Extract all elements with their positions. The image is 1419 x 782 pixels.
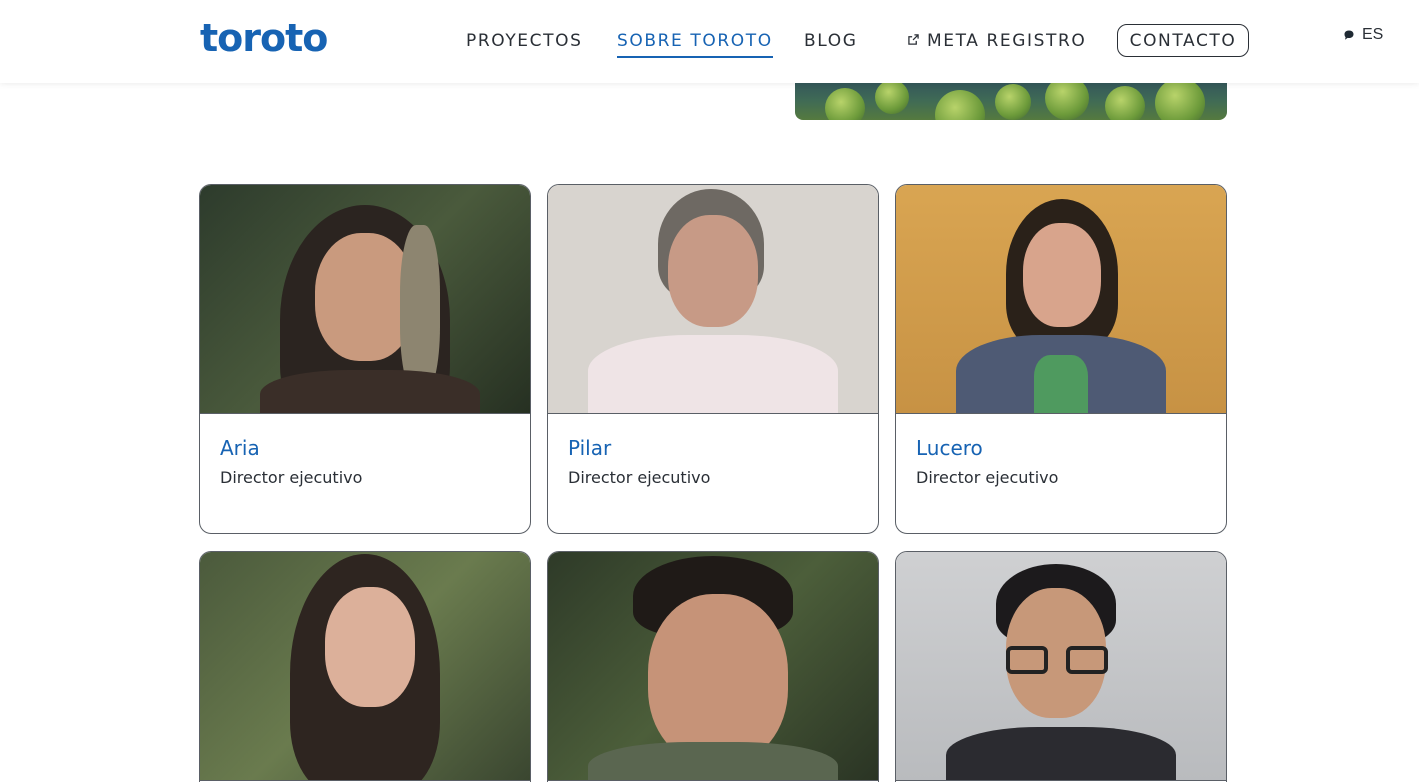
team-member-name: Lucero	[916, 436, 983, 460]
logo[interactable]: toroto	[200, 18, 328, 58]
language-selector[interactable]: ES	[1343, 26, 1383, 44]
team-card[interactable]	[547, 551, 879, 782]
external-link-icon	[908, 34, 919, 45]
team-member-role: Director ejecutivo	[916, 468, 1059, 487]
team-member-role: Director ejecutivo	[220, 468, 363, 487]
contact-button[interactable]: CONTACTO	[1117, 24, 1249, 57]
team-member-name: Aria	[220, 436, 260, 460]
site-header: toroto PROYECTOS SOBRE TOROTO BLOG META …	[0, 0, 1419, 83]
team-card[interactable]: Lucero Director ejecutivo	[895, 184, 1227, 534]
nav-blog[interactable]: BLOG	[804, 30, 857, 52]
chat-bubble-icon	[1344, 30, 1354, 40]
team-photo	[548, 185, 878, 414]
team-card[interactable]	[895, 551, 1227, 782]
team-card[interactable]	[199, 551, 531, 782]
team-photo	[200, 185, 530, 414]
team-card[interactable]: Pilar Director ejecutivo	[547, 184, 879, 534]
team-member-name: Pilar	[568, 436, 612, 460]
nav-meta-registro[interactable]: META REGISTRO	[908, 30, 1086, 52]
language-label: ES	[1362, 26, 1384, 43]
nav-proyectos[interactable]: PROYECTOS	[466, 30, 582, 52]
team-photo	[896, 552, 1226, 781]
nav-sobre-toroto[interactable]: SOBRE TOROTO	[617, 30, 773, 58]
team-photo	[896, 185, 1226, 414]
team-photo	[200, 552, 530, 781]
team-photo	[548, 552, 878, 781]
nav-meta-registro-label: META REGISTRO	[927, 31, 1087, 51]
team-member-role: Director ejecutivo	[568, 468, 711, 487]
team-card[interactable]: Aria Director ejecutivo	[199, 184, 531, 534]
